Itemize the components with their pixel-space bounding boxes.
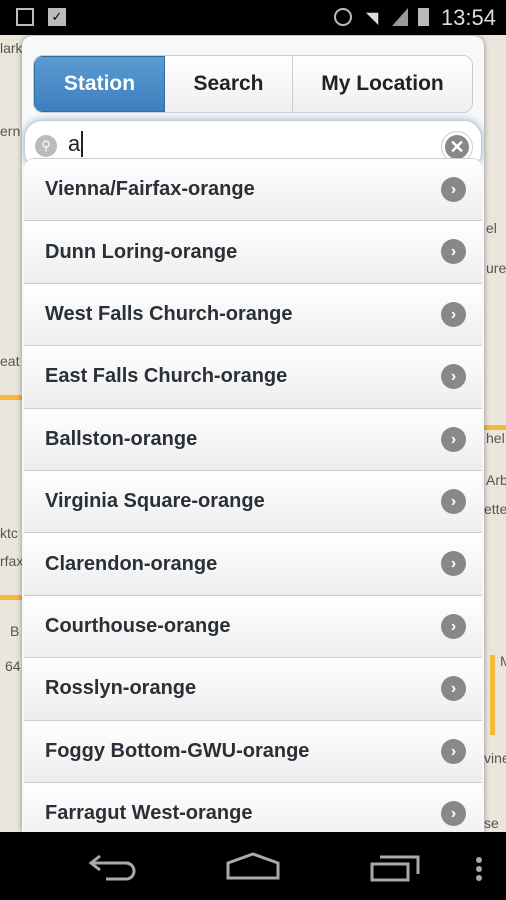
map-label: ure [486,260,506,276]
station-list-item[interactable]: Ballston-orange › [24,408,482,471]
signal-icon [392,8,408,26]
navigation-bar [0,832,506,900]
station-list-item[interactable]: West Falls Church-orange › [24,283,482,347]
station-name: Courthouse-orange [45,614,231,637]
tab-station[interactable]: Station [34,56,165,112]
station-list-item[interactable]: Foggy Bottom-GWU-orange › [24,720,482,783]
chevron-right-icon: › [441,488,466,514]
station-list-item[interactable]: Vienna/Fairfax-orange › [24,159,482,222]
search-value[interactable]: a [68,131,84,157]
close-icon: ✕ [445,135,469,159]
battery-icon [418,8,429,26]
map-label: eat [0,353,20,369]
mode-tabs: Station Search My Location [33,55,473,113]
chevron-right-icon: › [441,301,466,327]
map-label: se [484,815,499,831]
chevron-right-icon: › [441,676,466,702]
wifi-icon: ◥ [366,10,379,27]
station-name: Rosslyn-orange [45,677,197,700]
image-icon [16,8,34,26]
chevron-right-icon: › [441,551,466,577]
chevron-right-icon: › [441,613,466,639]
station-list-item[interactable]: Dunn Loring-orange › [24,221,482,284]
search-icon: ⚲ [35,135,57,157]
station-name: Farragut West-orange [45,802,253,825]
map-label: ktc [0,525,18,541]
clock: 13:54 [440,5,496,30]
chevron-right-icon: › [441,364,466,390]
map-label: Arb [486,472,506,488]
station-name: Dunn Loring-orange [45,240,238,263]
map-label: ette [484,501,506,517]
map-label: B [10,623,20,639]
station-panel: Station Search My Location ⚲ a ✕ Vienna/… [22,36,484,832]
station-name: Vienna/Fairfax-orange [45,178,255,201]
station-list-item[interactable]: Courthouse-orange › [24,595,482,659]
recent-apps-button[interactable] [370,854,420,882]
map-label: ern [0,123,21,139]
alarm-icon [334,8,352,26]
map-label: M [500,653,506,669]
station-list-item[interactable]: Virginia Square-orange › [24,470,482,534]
overflow-menu-icon[interactable] [474,856,484,884]
station-list-item[interactable]: Farragut West-orange › [24,782,482,832]
station-name: West Falls Church-orange [45,302,293,325]
back-button[interactable] [88,854,138,882]
tab-search[interactable]: Search [165,56,293,112]
map-label: el [486,220,497,236]
status-bar: ✓ ◥ 13:54 [0,0,506,35]
station-name: Clarendon-orange [45,552,218,575]
station-list: Vienna/Fairfax-orange › Dunn Loring-orange… [24,158,482,832]
station-list-item[interactable]: Clarendon-orange › [24,533,482,596]
map-label: lark [0,40,23,56]
station-list-item[interactable]: Rosslyn-orange › [24,658,482,721]
station-name: Foggy Bottom-GWU-orange [45,739,310,762]
map-label: vine [484,750,506,766]
chevron-right-icon: › [441,426,466,452]
clipboard-check-icon: ✓ [48,8,66,26]
map-label: 64 [5,658,21,674]
station-name: East Falls Church-orange [45,365,288,388]
home-button[interactable] [226,852,280,880]
map-label: rfax [0,553,24,569]
station-name: Ballston-orange [45,427,198,450]
map-label: hel [486,430,505,446]
chevron-right-icon: › [441,177,466,202]
tab-my-location[interactable]: My Location [293,56,472,112]
station-name: Virginia Square-orange [45,490,265,513]
chevron-right-icon: › [441,800,466,826]
chevron-right-icon: › [441,239,466,265]
chevron-right-icon: › [441,738,466,764]
station-list-item[interactable]: East Falls Church-orange › [24,346,482,409]
